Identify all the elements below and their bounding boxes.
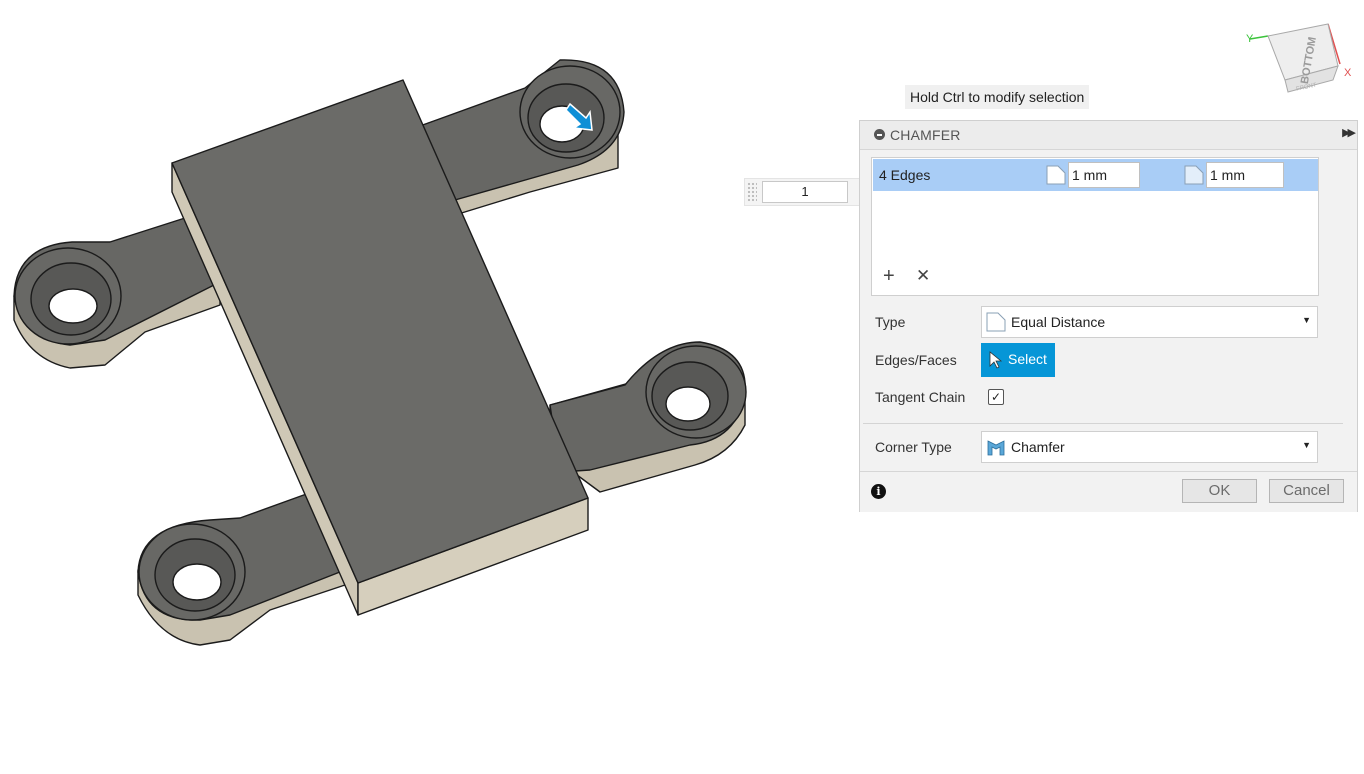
chamfer-dialog: CHAMFER ▶▶ 4 Edges 1 mm 1 mm + ✕ Type Eq… bbox=[859, 120, 1358, 512]
floating-distance-field[interactable]: 1 ··· bbox=[744, 178, 876, 206]
cancel-button[interactable]: Cancel bbox=[1269, 479, 1344, 503]
distance-icon bbox=[1184, 165, 1204, 185]
collapse-icon[interactable] bbox=[874, 129, 885, 140]
remove-icon[interactable]: ✕ bbox=[916, 266, 930, 286]
type-value: Equal Distance bbox=[1011, 314, 1106, 330]
tab-right[interactable] bbox=[549, 341, 747, 493]
edge-selection-list[interactable]: 4 Edges 1 mm 1 mm + ✕ bbox=[871, 157, 1319, 296]
selection-hint: Hold Ctrl to modify selection bbox=[905, 85, 1090, 109]
select-button[interactable]: Select bbox=[981, 343, 1055, 377]
list-item[interactable]: 4 Edges 1 mm 1 mm bbox=[873, 159, 1318, 191]
divider bbox=[863, 423, 1343, 424]
dialog-title: CHAMFER bbox=[890, 127, 961, 143]
info-icon[interactable]: i bbox=[871, 484, 886, 499]
checkmark-icon: ✓ bbox=[991, 390, 1002, 404]
viewcube-axis-x: X bbox=[1344, 67, 1352, 79]
floating-value-input[interactable]: 1 bbox=[762, 181, 848, 203]
distance-icon bbox=[1046, 165, 1066, 185]
dialog-header[interactable]: CHAMFER ▶▶ bbox=[860, 121, 1357, 150]
ok-button[interactable]: OK bbox=[1182, 479, 1257, 503]
tangent-chain-label: Tangent Chain bbox=[875, 389, 966, 405]
type-label: Type bbox=[875, 314, 906, 330]
corner-type-dropdown[interactable]: Chamfer ▼ bbox=[981, 431, 1318, 463]
dialog-footer: i OK Cancel bbox=[860, 471, 1357, 512]
viewcube-axis-y: Y bbox=[1246, 33, 1254, 45]
add-icon[interactable]: + bbox=[883, 266, 895, 286]
distance-2-input[interactable]: 1 mm bbox=[1206, 162, 1284, 188]
chevron-down-icon: ▼ bbox=[1302, 315, 1311, 325]
distance-1-input[interactable]: 1 mm bbox=[1068, 162, 1140, 188]
tab-left[interactable] bbox=[13, 214, 221, 369]
type-dropdown[interactable]: Equal Distance ▼ bbox=[981, 306, 1318, 338]
edges-faces-label: Edges/Faces bbox=[875, 352, 957, 368]
tangent-chain-checkbox[interactable]: ✓ bbox=[988, 389, 1004, 405]
cursor-icon bbox=[989, 351, 1003, 369]
select-button-label: Select bbox=[1008, 351, 1047, 367]
expand-panel-icon[interactable]: ▶▶ bbox=[1342, 126, 1356, 139]
corner-type-value: Chamfer bbox=[1011, 439, 1065, 455]
viewcube[interactable]: Y X BOTTOM FRONT bbox=[1240, 14, 1352, 100]
corner-type-label: Corner Type bbox=[875, 439, 952, 455]
chamfer-corner-icon bbox=[987, 440, 1005, 456]
equal-distance-icon bbox=[986, 312, 1006, 332]
drag-handle[interactable] bbox=[747, 182, 757, 202]
3d-viewport[interactable] bbox=[0, 0, 860, 774]
model-canvas[interactable] bbox=[0, 0, 860, 774]
selection-label: 4 Edges bbox=[879, 167, 931, 183]
chevron-down-icon: ▼ bbox=[1302, 440, 1311, 450]
